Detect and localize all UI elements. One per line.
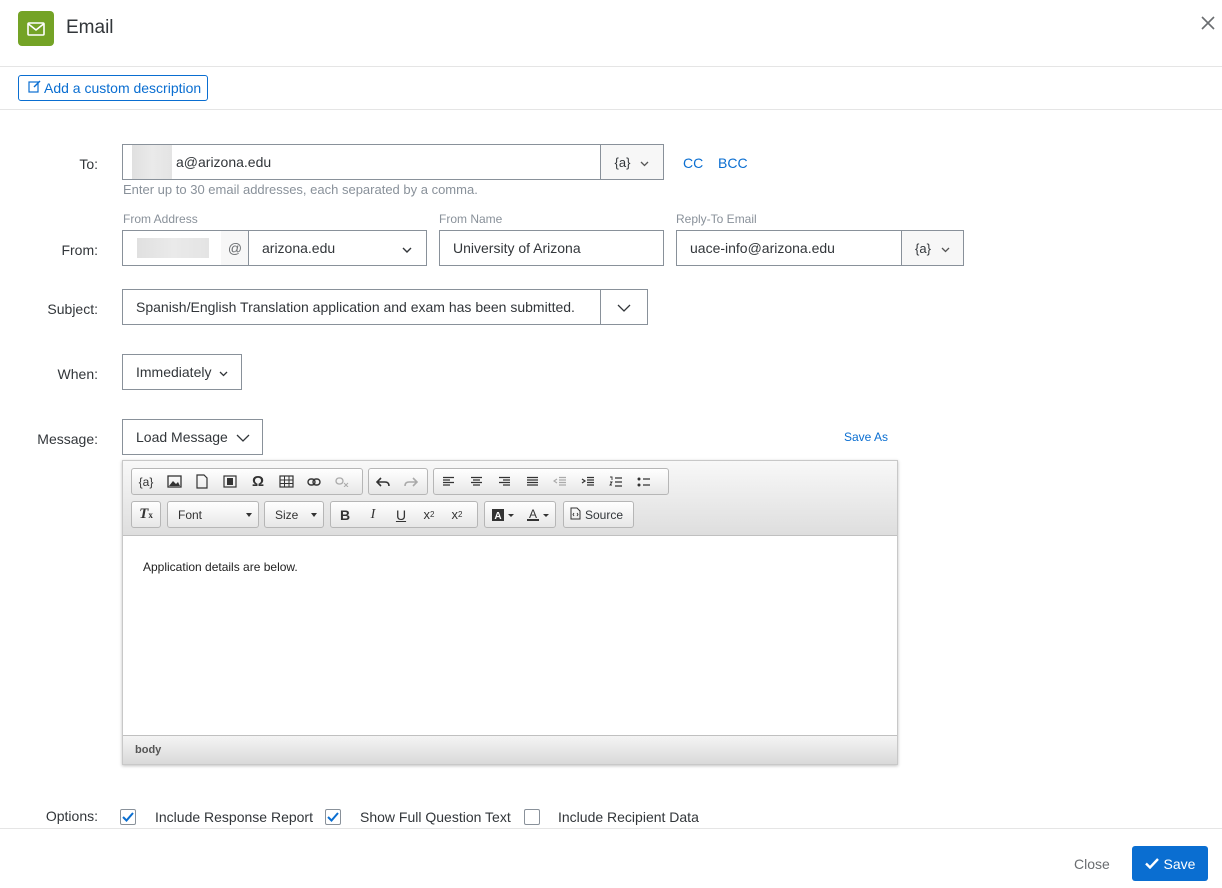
checkmark-icon <box>327 812 339 822</box>
basic-styles-group: B I U x2 x2 <box>330 501 478 528</box>
reply-to-piped-text-button[interactable]: {a} <box>901 230 964 266</box>
text-color-icon[interactable]: A <box>521 502 555 527</box>
svg-text:A: A <box>494 511 501 522</box>
justify-icon[interactable] <box>518 469 546 494</box>
chevron-down-icon <box>402 240 412 256</box>
indent-icon[interactable] <box>574 469 602 494</box>
from-name-label: From Name <box>439 212 503 226</box>
video-icon[interactable] <box>216 469 244 494</box>
from-name-input[interactable]: University of Arizona <box>439 230 664 266</box>
email-icon <box>18 11 54 46</box>
dropdown-arrow-icon <box>311 513 317 517</box>
superscript-icon[interactable]: x2 <box>443 502 471 527</box>
from-address-label: From Address <box>123 212 198 226</box>
checkmark-icon <box>122 812 134 822</box>
edit-icon <box>28 80 41 96</box>
chevron-down-icon <box>941 241 950 256</box>
table-icon[interactable] <box>272 469 300 494</box>
load-message-select[interactable]: Load Message <box>122 419 263 455</box>
to-input[interactable]: a@arizona.edu <box>122 144 601 180</box>
section-divider <box>0 109 1222 110</box>
editor-toolbar: {a} Ω Tx Font Size B I U x 2 x 2 A A Sou… <box>123 461 897 536</box>
reply-to-label: Reply-To Email <box>676 212 757 226</box>
link-icon[interactable] <box>300 469 328 494</box>
add-description-button[interactable]: Add a custom description <box>18 75 208 101</box>
close-dialog-icon[interactable] <box>1197 12 1219 34</box>
to-label: To: <box>79 156 98 172</box>
underline-icon[interactable]: U <box>387 502 415 527</box>
italic-icon[interactable]: I <box>359 502 387 527</box>
history-toolbar-group <box>368 468 428 495</box>
include-recipient-data-label: Include Recipient Data <box>558 809 699 825</box>
from-label: From: <box>61 242 98 258</box>
checkmark-icon <box>1144 856 1159 872</box>
cc-link[interactable]: CC <box>683 155 703 171</box>
include-response-report-label: Include Response Report <box>155 809 313 825</box>
rich-text-editor: {a} Ω Tx Font Size B I U x 2 x 2 A A Sou… <box>122 460 898 765</box>
numbered-list-icon[interactable] <box>602 469 630 494</box>
undo-icon[interactable] <box>369 469 397 494</box>
include-recipient-data-checkbox[interactable] <box>524 809 540 825</box>
align-left-icon[interactable] <box>434 469 462 494</box>
font-select[interactable]: Font <box>167 501 259 528</box>
footer-divider <box>0 828 1222 829</box>
clear-format-group: Tx <box>131 501 161 528</box>
subject-label: Subject: <box>47 301 98 317</box>
editor-status-bar: body <box>123 735 897 764</box>
subject-dropdown-button[interactable] <box>600 289 648 325</box>
unlink-icon[interactable] <box>328 469 356 494</box>
reply-to-input[interactable]: uace-info@arizona.edu <box>676 230 902 266</box>
remove-format-icon[interactable]: Tx <box>132 502 160 527</box>
chevron-down-icon <box>640 155 649 170</box>
source-icon <box>570 507 581 523</box>
redo-icon[interactable] <box>397 469 425 494</box>
image-icon[interactable] <box>160 469 188 494</box>
paragraph-toolbar-group <box>433 468 669 495</box>
save-button[interactable]: Save <box>1132 846 1208 881</box>
redacted-text <box>137 238 209 258</box>
from-address-input[interactable] <box>122 230 222 266</box>
outdent-icon[interactable] <box>546 469 574 494</box>
piped-text-button[interactable]: {a} <box>132 469 160 494</box>
show-full-question-text-label: Show Full Question Text <box>360 809 511 825</box>
message-body-text: Application details are below. <box>143 560 298 574</box>
when-label: When: <box>57 366 98 382</box>
background-color-icon[interactable]: A <box>485 502 521 527</box>
file-icon[interactable] <box>188 469 216 494</box>
align-center-icon[interactable] <box>462 469 490 494</box>
chevron-down-icon <box>219 364 228 380</box>
chevron-down-icon <box>236 429 250 445</box>
special-character-icon[interactable]: Ω <box>244 469 272 494</box>
include-response-report-checkbox[interactable] <box>120 809 136 825</box>
subject-input[interactable]: Spanish/English Translation application … <box>122 289 601 325</box>
color-group: A A <box>484 501 556 528</box>
to-piped-text-button[interactable]: {a} <box>600 144 664 180</box>
source-button[interactable]: Source <box>563 501 634 528</box>
subscript-icon[interactable]: x2 <box>415 502 443 527</box>
at-symbol: @ <box>221 230 249 266</box>
message-label: Message: <box>37 431 98 447</box>
save-as-link[interactable]: Save As <box>844 430 888 444</box>
editor-content[interactable]: Application details are below. <box>123 536 897 736</box>
size-select[interactable]: Size <box>264 501 324 528</box>
to-hint: Enter up to 30 email addresses, each sep… <box>123 182 478 197</box>
close-button[interactable]: Close <box>1074 856 1110 872</box>
header-divider <box>0 66 1222 67</box>
from-domain-select[interactable]: arizona.edu <box>248 230 427 266</box>
dropdown-arrow-icon <box>246 513 252 517</box>
align-right-icon[interactable] <box>490 469 518 494</box>
show-full-question-text-checkbox[interactable] <box>325 809 341 825</box>
chevron-down-icon <box>617 299 631 315</box>
bold-icon[interactable]: B <box>331 502 359 527</box>
insert-toolbar-group: {a} Ω <box>131 468 363 495</box>
bulleted-list-icon[interactable] <box>630 469 658 494</box>
when-select[interactable]: Immediately <box>122 354 242 390</box>
dialog-title: Email <box>66 17 114 38</box>
bcc-link[interactable]: BCC <box>718 155 748 171</box>
options-label: Options: <box>45 808 98 824</box>
redacted-text <box>132 145 172 179</box>
element-path[interactable]: body <box>135 744 161 756</box>
